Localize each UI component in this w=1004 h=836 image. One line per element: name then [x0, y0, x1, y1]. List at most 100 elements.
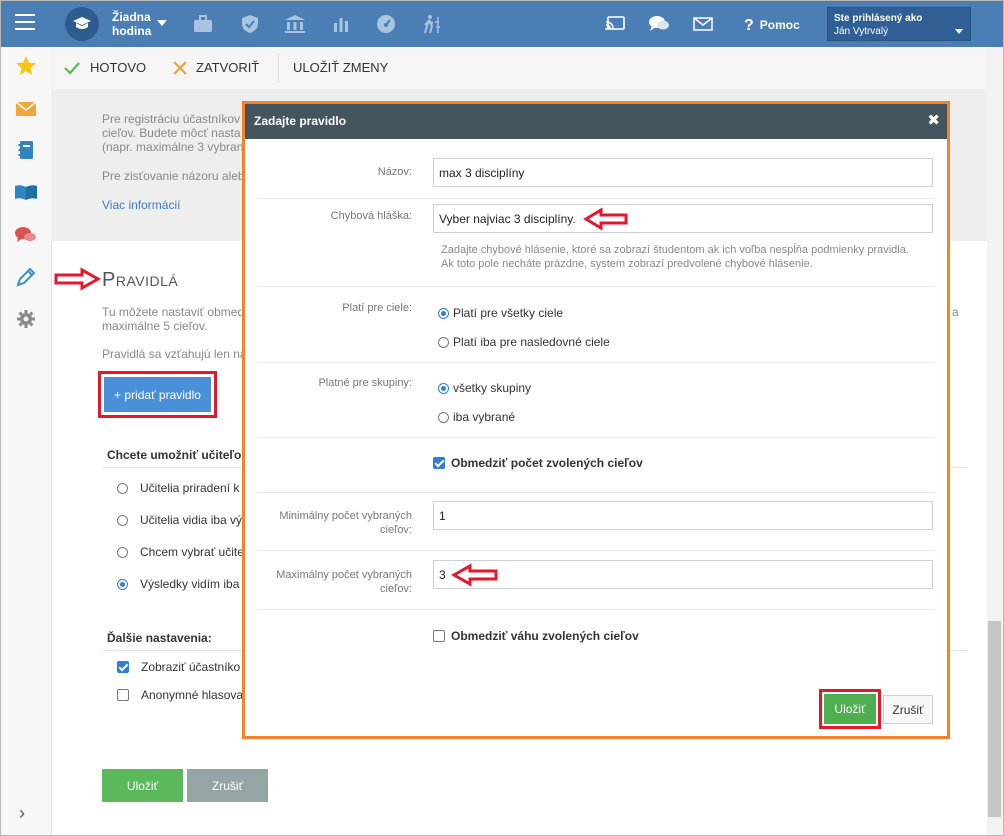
divider [257, 492, 935, 493]
teacher-option-1[interactable]: Učitelia priradení k [117, 481, 239, 495]
checkbox-checked[interactable] [117, 661, 129, 673]
chevron-right-icon[interactable]: › [19, 803, 25, 824]
speedometer-icon[interactable] [375, 13, 397, 35]
shield-check-icon[interactable] [239, 13, 261, 35]
chevron-down-icon[interactable] [955, 29, 963, 34]
radio-button[interactable] [117, 514, 128, 526]
radio-button-selected[interactable] [438, 307, 449, 319]
annotation-arrow-left [583, 207, 628, 231]
other-option-2[interactable]: Anonymné hlasova [117, 688, 243, 702]
open-book-icon[interactable] [14, 180, 38, 204]
gear-icon[interactable] [14, 307, 38, 331]
page-save-button[interactable]: Uložiť [102, 769, 183, 802]
user-menu[interactable]: Ste prihlásený ako Ján Vytrvalý [827, 7, 971, 41]
name-input[interactable]: max 3 disciplíny [433, 158, 933, 187]
dialog-cancel-button[interactable]: Zrušiť [883, 695, 933, 724]
rules-title-text: Pravidlá [102, 269, 179, 291]
goals-specific-label: Platí iba pre nasledovné ciele [453, 335, 610, 349]
registration-text-line1: Pre registráciu účastníkov [102, 112, 241, 126]
add-rule-button[interactable]: + pridať pravidlo [104, 377, 211, 412]
close-button[interactable]: ZATVORIŤ [173, 60, 259, 75]
rules-description-tail: a [952, 305, 959, 319]
divider [257, 362, 935, 363]
error-message-hint: Zadajte chybové hlásenie, ktoré sa zobra… [441, 244, 909, 270]
divider [257, 286, 935, 287]
close-icon [173, 60, 187, 75]
other-option-1[interactable]: Zobraziť účastníko [117, 660, 240, 674]
save-changes-label: ULOŽIŤ ZMENY [293, 60, 389, 75]
help-label: Pomoc [759, 18, 800, 32]
discussion-icon[interactable] [14, 223, 38, 247]
radio-button[interactable] [117, 482, 128, 494]
radio-button-selected[interactable] [117, 578, 128, 590]
checkbox[interactable] [433, 630, 445, 642]
institution-icon[interactable] [284, 13, 306, 35]
limit-count-label: Obmedziť počet zvolených cieľov [451, 456, 643, 470]
registration-text: Pre registráciu účastníkov cieľov. Budet… [102, 112, 243, 154]
done-button[interactable]: HOTOVO [63, 60, 146, 75]
page-cancel-button[interactable]: Zrušiť [187, 769, 268, 802]
dialog-save-button[interactable]: Uložiť [824, 694, 876, 724]
rules-description: Tu môžete nastaviť obmed maximálne 5 cie… [102, 305, 244, 333]
checkbox-checked[interactable] [433, 457, 445, 469]
max-count-label: Maximálny počet vybraných cieľov: [276, 569, 412, 595]
menu-icon[interactable] [15, 14, 35, 34]
radio-button[interactable] [438, 336, 449, 348]
limit-weight-label: Obmedziť váhu zvolených cieľov [451, 629, 639, 643]
teacher-option-3[interactable]: Chcem vybrať učite [117, 545, 244, 559]
annotation-arrow-left [451, 563, 498, 587]
bar-chart-icon[interactable] [330, 13, 352, 35]
scrollbar-thumb[interactable] [988, 621, 1001, 817]
teacher-option-label: Chcem vybrať učite [140, 545, 244, 559]
help-button[interactable]: ? Pomoc [744, 16, 800, 34]
min-count-input[interactable]: 1 [433, 501, 933, 530]
teachers-question: Chcete umožniť učiteľo [107, 448, 242, 462]
radio-button[interactable] [117, 546, 128, 558]
envelope-icon[interactable] [14, 97, 38, 121]
divider [257, 609, 935, 610]
limit-count-option[interactable]: Obmedziť počet zvolených cieľov [433, 456, 643, 470]
annotation-arrow-right [54, 267, 101, 291]
other-option-label: Anonymné hlasova [141, 688, 244, 702]
teacher-option-label: Výsledky vidím iba [140, 577, 240, 591]
groups-selected-option[interactable]: iba vybrané [438, 410, 515, 424]
checkbox[interactable] [117, 689, 129, 701]
chevron-down-icon[interactable] [157, 20, 167, 26]
user-label: Ste prihlásený ako [834, 13, 923, 24]
rules-title: Pravidlá [102, 269, 178, 292]
dialog-title: Zadajte pravidlo [254, 114, 347, 128]
hiking-icon[interactable] [421, 13, 443, 35]
question-mark-icon: ? [744, 17, 754, 34]
radio-button[interactable] [438, 411, 449, 423]
save-changes-button[interactable]: ULOŽIŤ ZMENY [293, 60, 388, 75]
groups-label: Platné pre skupiny: [318, 377, 412, 389]
teacher-option-4[interactable]: Výsledky vidím iba [117, 577, 239, 591]
lesson-selector[interactable]: Žiadna hodina [112, 10, 151, 38]
close-icon[interactable]: ✖ [927, 111, 940, 129]
done-label: HOTOVO [90, 60, 147, 75]
groups-selected-label: iba vybrané [453, 410, 516, 424]
more-info-link[interactable]: Viac informácií [102, 198, 180, 212]
min-count-label: Minimálny počet vybraných cieľov: [279, 510, 412, 536]
cast-screen-icon[interactable] [604, 13, 626, 35]
teacher-option-label: Učitelia priradení k [140, 481, 240, 495]
radio-button-selected[interactable] [438, 382, 449, 394]
error-message-input[interactable]: Vyber najviac 3 disciplíny. [433, 204, 933, 233]
groups-all-option[interactable]: všetky skupiny [438, 381, 531, 395]
annotation-highlight: Uložiť [819, 689, 881, 729]
limit-weight-option[interactable]: Obmedziť váhu zvolených cieľov [433, 629, 639, 643]
goals-specific-option[interactable]: Platí iba pre nasledovné ciele [438, 335, 610, 349]
teacher-option-2[interactable]: Učitelia vidia iba vý [117, 513, 242, 527]
max-count-input[interactable]: 3 [433, 560, 933, 589]
toolbar-divider [278, 53, 279, 83]
chat-bubbles-icon[interactable] [648, 13, 670, 35]
lesson-selector-icon[interactable] [65, 7, 99, 41]
briefcase-icon[interactable] [192, 13, 214, 35]
notebook-icon[interactable] [14, 138, 38, 162]
registration-text-line3: (napr. maximálne 3 vybran [102, 140, 244, 154]
mail-icon[interactable] [692, 13, 714, 35]
toolbar: HOTOVO ZATVORIŤ ULOŽIŤ ZMENY [51, 47, 987, 90]
star-icon[interactable] [14, 54, 38, 78]
goals-all-option[interactable]: Platí pre všetky ciele [438, 306, 563, 320]
pencil-icon[interactable] [14, 265, 38, 289]
